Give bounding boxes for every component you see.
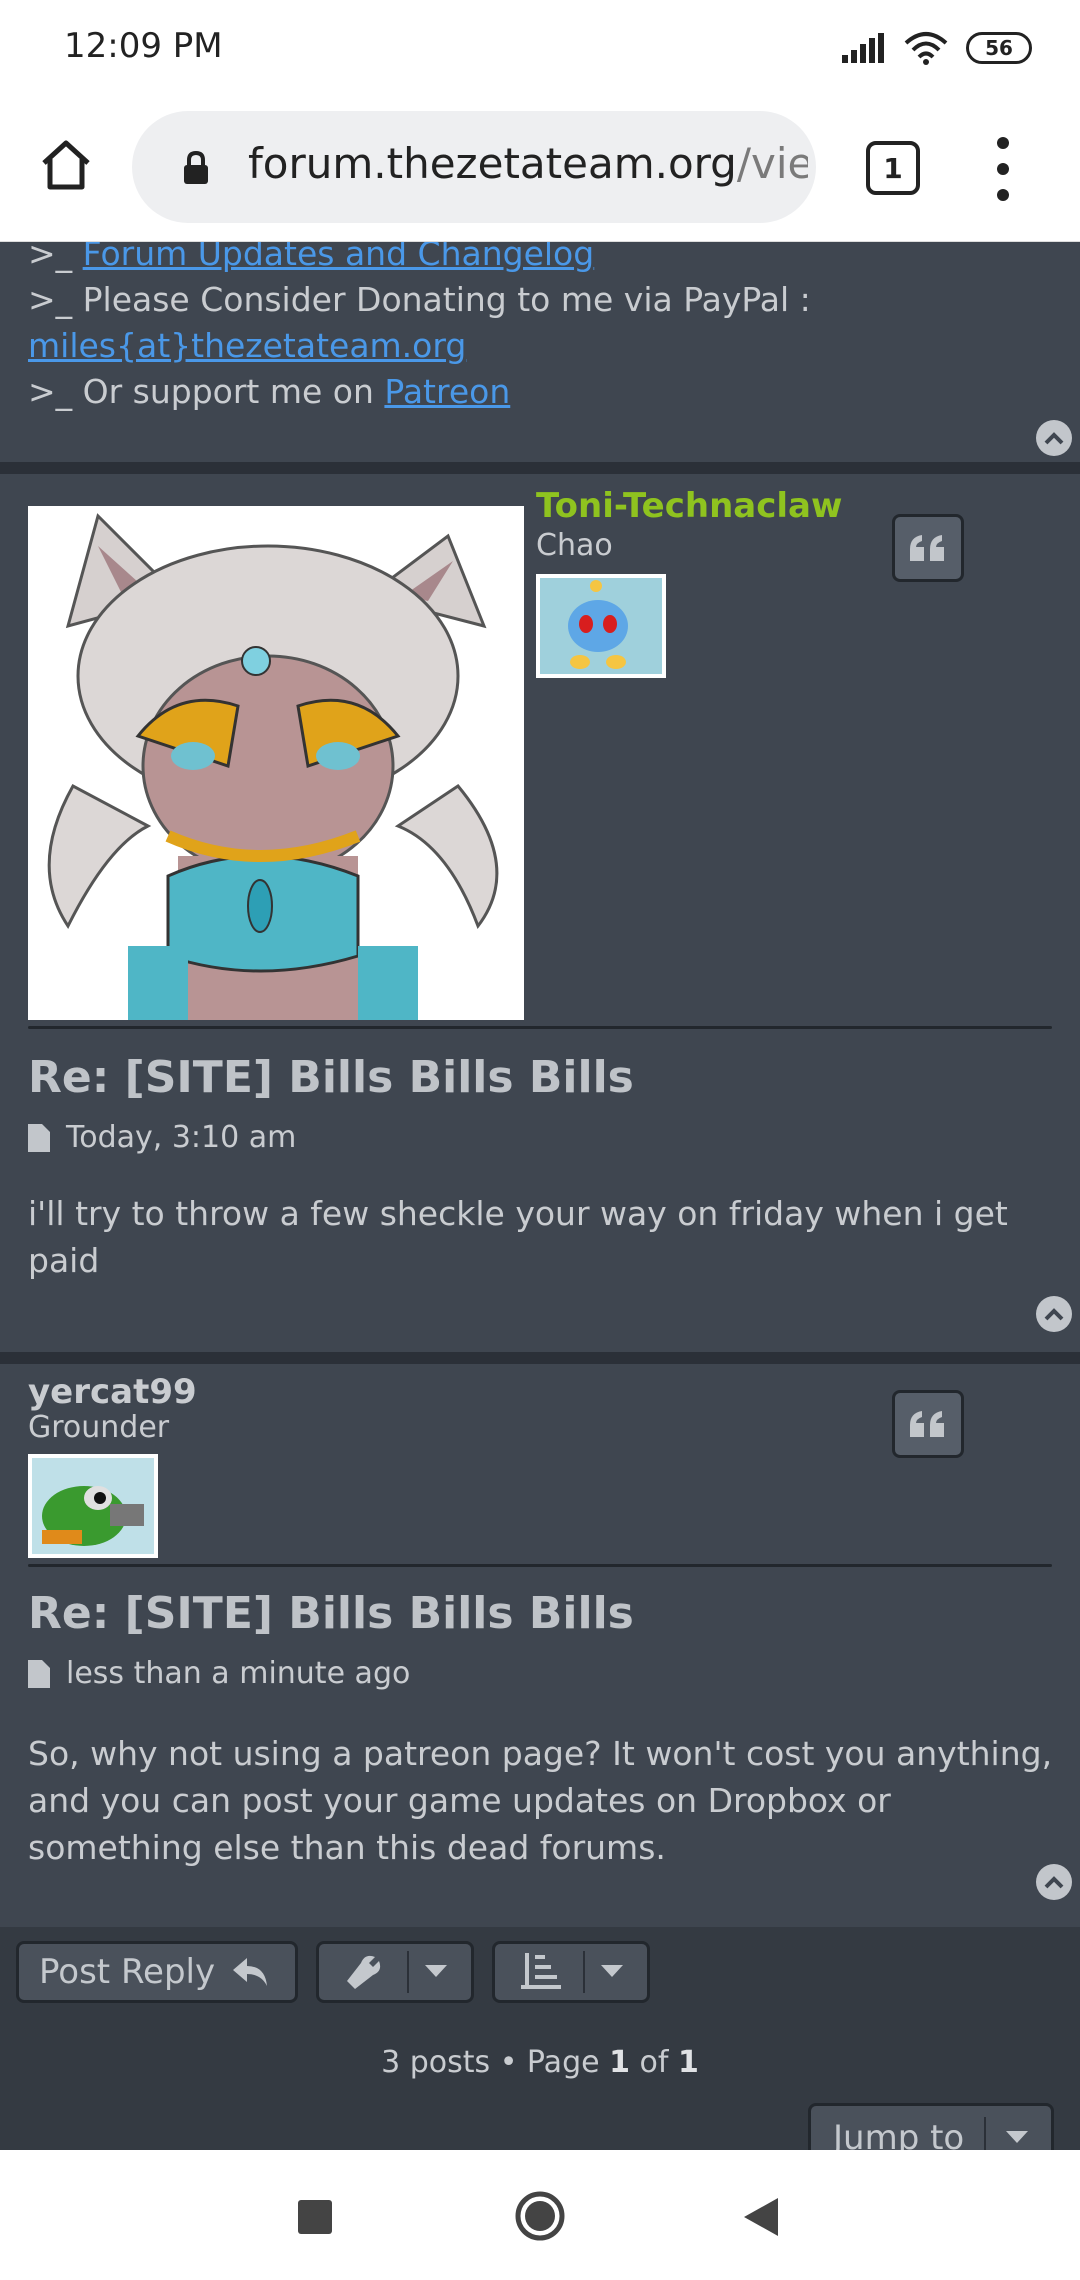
sort-dropdown[interactable]	[492, 1941, 650, 2003]
post-separator	[0, 1352, 1080, 1364]
chevron-up-icon	[1044, 432, 1064, 445]
back-to-top-button[interactable]	[1036, 1864, 1072, 1900]
chevron-down-icon	[425, 1965, 447, 1977]
nav-back-icon[interactable]	[744, 2198, 778, 2236]
wrench-icon	[347, 1955, 381, 1989]
paypal-email-link[interactable]: miles{at}thezetateam.org	[28, 326, 466, 365]
post-divider	[28, 1026, 1052, 1029]
quote-button[interactable]	[892, 1390, 964, 1458]
file-icon	[28, 1659, 50, 1688]
reply-icon	[233, 1958, 268, 1986]
avatar-image	[28, 506, 524, 1020]
post-meta: Today, 3:10 am	[28, 1120, 296, 1155]
rank-image	[28, 1454, 158, 1558]
chevron-up-icon	[1044, 1308, 1064, 1321]
chevron-up-icon	[1044, 1876, 1064, 1889]
home-icon[interactable]	[36, 135, 96, 195]
sort-icon	[521, 1953, 561, 1989]
post-username[interactable]: yercat99	[28, 1372, 197, 1412]
menu-icon[interactable]	[988, 137, 1018, 201]
forum-content: >_ Forum Updates and Changelog >_ Please…	[0, 242, 1080, 2150]
topic-action-bar: Post Reply 3 posts • Page 1 of 1 Jump to	[0, 1927, 1080, 2150]
url-domain: forum.thezetateam.org	[248, 139, 737, 188]
avatar[interactable]	[28, 506, 524, 1020]
quote-icon	[910, 1411, 944, 1437]
signature-line-2: >_ Please Consider Donating to me via Pa…	[28, 280, 811, 319]
signal-icon	[842, 33, 884, 63]
post-reply-button[interactable]: Post Reply	[16, 1941, 298, 2003]
url-text[interactable]: forum.thezetateam.org/viev	[248, 139, 808, 188]
post-body: So, why not using a patreon page? It won…	[28, 1734, 1053, 1867]
post-time: less than a minute ago	[66, 1656, 411, 1691]
post-time: Today, 3:10 am	[66, 1120, 297, 1155]
chevron-down-icon	[601, 1965, 623, 1977]
user-rank: Grounder	[28, 1410, 170, 1445]
changelog-link[interactable]: Forum Updates and Changelog	[83, 242, 595, 273]
quote-icon	[910, 535, 944, 561]
status-bar: 12:09 PM 56	[0, 0, 1080, 95]
wifi-icon	[904, 32, 948, 65]
patreon-link[interactable]: Patreon	[384, 372, 510, 411]
post-yercat99: yercat99 Grounder Re: [SITE] Bills Bills…	[0, 1364, 1080, 1924]
nav-circle-icon[interactable]	[514, 2190, 566, 2242]
tabs-button[interactable]: 1	[866, 141, 920, 195]
status-time: 12:09 PM	[64, 26, 223, 66]
post-body: i'll try to throw a few sheckle your way…	[28, 1194, 1008, 1280]
back-to-top-button[interactable]	[1036, 420, 1072, 456]
signature-line-1: >_ Forum Updates and Changelog	[28, 242, 594, 273]
file-icon	[28, 1123, 50, 1152]
post-title[interactable]: Re: [SITE] Bills Bills Bills	[28, 1052, 634, 1103]
post-title[interactable]: Re: [SITE] Bills Bills Bills	[28, 1588, 634, 1639]
previous-post-signature: >_ Forum Updates and Changelog >_ Please…	[0, 242, 1080, 474]
battery-indicator: 56	[966, 32, 1032, 64]
nav-square-icon[interactable]	[298, 2200, 332, 2234]
quote-button[interactable]	[892, 514, 964, 582]
tools-dropdown[interactable]	[316, 1941, 474, 2003]
browser-toolbar: forum.thezetateam.org/viev 1	[0, 95, 1080, 242]
jump-to-dropdown[interactable]: Jump to	[808, 2103, 1054, 2150]
status-icons: 56	[842, 28, 1032, 68]
current-page: 1	[609, 2045, 630, 2080]
post-username[interactable]: Toni-Technaclaw	[536, 486, 842, 526]
post-meta: less than a minute ago	[28, 1656, 410, 1691]
back-to-top-button[interactable]	[1036, 1296, 1072, 1332]
grounder-rank-icon	[32, 1458, 154, 1554]
signature-line-3: miles{at}thezetateam.org	[28, 326, 466, 365]
post-divider	[28, 1564, 1052, 1567]
system-nav-bar	[0, 2150, 1080, 2280]
total-pages: 1	[677, 2045, 699, 2080]
pagination-info: 3 posts • Page 1 of 1	[381, 2045, 699, 2080]
user-rank: Chao	[536, 528, 613, 563]
address-bar[interactable]: forum.thezetateam.org/viev	[132, 111, 816, 223]
url-path: /viev	[736, 139, 808, 188]
signature-line-4: >_ Or support me on Patreon	[28, 372, 511, 411]
lock-icon	[184, 151, 208, 184]
chao-rank-icon	[540, 578, 662, 674]
post-toni-technaclaw: Toni-Technaclaw Chao Re: [SITE] Bills Bi…	[0, 486, 1080, 1155]
rank-image	[536, 574, 666, 678]
chevron-down-icon	[1006, 2131, 1029, 2143]
